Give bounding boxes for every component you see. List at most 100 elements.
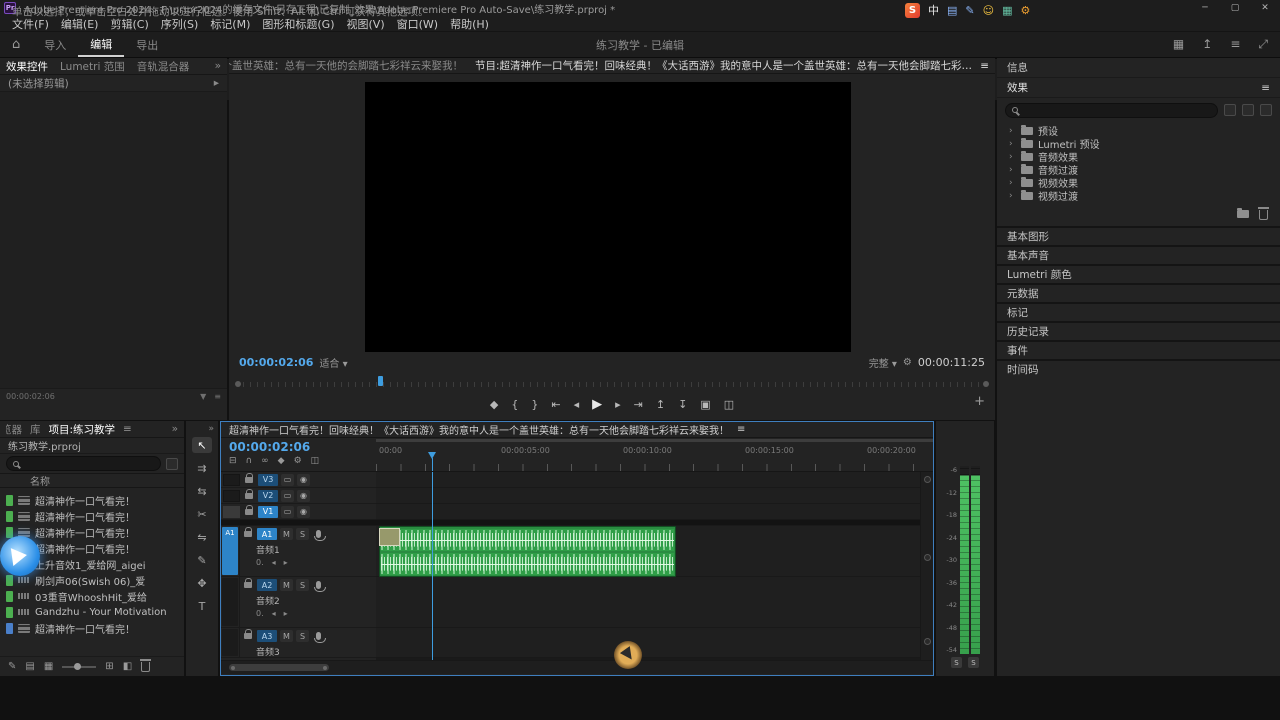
lane-v1[interactable]	[376, 504, 920, 520]
solo-button[interactable]: S	[296, 528, 309, 540]
track-label-a2[interactable]: A2	[257, 579, 277, 591]
icon-view-icon[interactable]: ▦	[44, 661, 53, 672]
track-output-eye-icon[interactable]: ◉	[297, 506, 310, 518]
track-output-eye-icon[interactable]: ◉	[297, 490, 310, 502]
filter-funnel-icon[interactable]: ▼	[200, 392, 206, 401]
menu-help[interactable]: 帮助(H)	[444, 16, 495, 32]
razor-tool[interactable]: ✂	[192, 506, 212, 522]
lock-icon[interactable]	[244, 582, 252, 588]
ime-emoji-icon[interactable]: ☺	[983, 4, 994, 17]
panel-menu-icon[interactable]: ≡	[1261, 82, 1270, 94]
snap-icon[interactable]: ∩	[246, 456, 253, 466]
panel-markers[interactable]: 标记	[997, 302, 1280, 321]
maximize-button[interactable]: ▢	[1220, 0, 1250, 16]
lane-v2[interactable]	[376, 488, 920, 504]
ime-toolbox-icon[interactable]: ▦	[1002, 4, 1012, 17]
track-label-v1[interactable]: V1	[258, 506, 278, 518]
next-keyframe-icon[interactable]: ▸	[284, 558, 288, 567]
workspace-tab-import[interactable]: 导入	[32, 32, 78, 57]
source-patch-v2[interactable]	[223, 490, 240, 502]
solo-button[interactable]: S	[296, 630, 309, 642]
step-forward-button[interactable]: ▸	[615, 398, 621, 411]
project-item[interactable]: 超清神作一口气看完！	[0, 492, 184, 508]
scrollbar-thumb[interactable]	[229, 664, 329, 671]
tab-project[interactable]: 项目:练习教学	[49, 422, 116, 437]
list-view-icon[interactable]: ▤	[25, 661, 34, 672]
program-timecode[interactable]: 00:00:02:06	[239, 356, 313, 369]
delete-icon[interactable]	[141, 662, 150, 672]
lane-a2[interactable]	[376, 577, 920, 628]
project-item[interactable]: 超清神作一口气看完！	[0, 620, 184, 636]
fullscreen-video-icon[interactable]: ↥	[1202, 37, 1212, 52]
effects-search-input[interactable]	[1022, 105, 1211, 116]
settings-wrench-icon[interactable]: ⚙	[903, 357, 912, 368]
track-label-a3[interactable]: A3	[257, 630, 277, 642]
timeline-vertical-scrollbar[interactable]	[920, 472, 933, 660]
floating-overlay-icon[interactable]	[0, 536, 40, 576]
timeline-horizontal-scrollbar[interactable]	[221, 660, 933, 674]
slip-tool[interactable]: ⇋	[192, 529, 212, 545]
track-name-a3[interactable]: 音频3	[256, 645, 376, 658]
project-item[interactable]: 03重音WhooshHit_爱给	[0, 588, 184, 604]
track-select-forward-tool[interactable]: ⇉	[192, 460, 212, 476]
prev-keyframe-icon[interactable]: ◂	[272, 558, 276, 567]
panel-timecode[interactable]: 时间码	[997, 359, 1280, 378]
tab-overflow-icon[interactable]: »	[215, 60, 221, 72]
voiceover-record-icon[interactable]	[316, 632, 321, 640]
sync-lock-icon[interactable]: ▭	[281, 490, 294, 502]
project-item[interactable]: 超清神作一口气看完！	[0, 508, 184, 524]
voiceover-record-icon[interactable]	[316, 581, 321, 589]
panel-essential-sound[interactable]: 基本声音	[997, 245, 1280, 264]
filter-yuv-icon[interactable]	[1260, 104, 1272, 116]
timeline-display-icon[interactable]: ◫	[311, 456, 320, 466]
tools-overflow-icon[interactable]: »	[208, 424, 214, 434]
source-patch-a2[interactable]	[222, 578, 238, 626]
lock-icon[interactable]	[245, 509, 253, 515]
scroll-knob[interactable]	[924, 638, 931, 645]
panel-menu-icon[interactable]: ≡	[737, 424, 745, 435]
automation-value[interactable]: 0.	[256, 558, 264, 567]
program-scrubber[interactable]	[235, 376, 989, 388]
tab-lumetri-scopes[interactable]: Lumetri 范围	[60, 59, 125, 74]
solo-button[interactable]: S	[296, 579, 309, 591]
track-header-a3[interactable]: A3 M S 音频3	[221, 628, 376, 658]
mute-button[interactable]: M	[280, 528, 293, 540]
tab-effect-controls[interactable]: 效果控件	[6, 59, 48, 74]
label-color-chip[interactable]	[6, 575, 13, 586]
work-area-bar[interactable]	[376, 439, 933, 442]
close-button[interactable]: ✕	[1250, 0, 1280, 16]
lane-a3[interactable]	[376, 628, 920, 658]
zoom-level-dropdown[interactable]: 适合 ▾	[319, 355, 347, 370]
new-bin-icon[interactable]: ⊞	[105, 661, 113, 672]
track-header-v3[interactable]: V3 ▭ ◉	[221, 472, 376, 488]
panel-events[interactable]: 事件	[997, 340, 1280, 359]
next-keyframe-icon[interactable]: ▸	[284, 609, 288, 618]
label-color-chip[interactable]	[6, 623, 13, 634]
search-options-icon[interactable]	[166, 458, 178, 470]
track-output-eye-icon[interactable]: ◉	[297, 474, 310, 486]
sync-lock-icon[interactable]: ▭	[281, 474, 294, 486]
timeline-lanes[interactable]	[376, 472, 920, 660]
tab-audio-track-mixer[interactable]: 音轨混合器	[137, 59, 190, 74]
ime-pen-icon[interactable]: ✎	[965, 4, 974, 17]
tab-source-monitor[interactable]: 中人是一个盖世英雄：总有一天他的会脚踏七彩祥云来娶我！	[229, 58, 469, 73]
selection-tool[interactable]: ↖	[192, 437, 212, 453]
selected-clip-fragment[interactable]	[379, 528, 400, 546]
sync-lock-icon[interactable]: ▭	[281, 506, 294, 518]
tab-program-monitor[interactable]: 节目:超清神作一口气看完！回味经典！《大话西游》我的意中人是一个盖世英雄：总有一…	[469, 58, 995, 73]
panel-lumetri-color[interactable]: Lumetri 颜色	[997, 264, 1280, 283]
panel-essential-graphics[interactable]: 基本图形	[997, 226, 1280, 245]
track-label-v2[interactable]: V2	[258, 490, 278, 502]
program-video-frame[interactable]	[365, 82, 851, 352]
track-label-a1[interactable]: A1	[257, 528, 277, 540]
lane-v3[interactable]	[376, 472, 920, 488]
scrubber-left-handle[interactable]	[235, 381, 241, 387]
source-patch-v3[interactable]	[223, 474, 240, 486]
delete-icon[interactable]	[1259, 210, 1268, 220]
project-search-box[interactable]	[6, 456, 161, 471]
lock-icon[interactable]	[245, 493, 253, 499]
track-name-a1[interactable]: 音频1	[256, 543, 376, 556]
add-marker-button[interactable]: ◆	[490, 398, 498, 411]
prev-keyframe-icon[interactable]: ◂	[272, 609, 276, 618]
lock-icon[interactable]	[244, 531, 252, 537]
